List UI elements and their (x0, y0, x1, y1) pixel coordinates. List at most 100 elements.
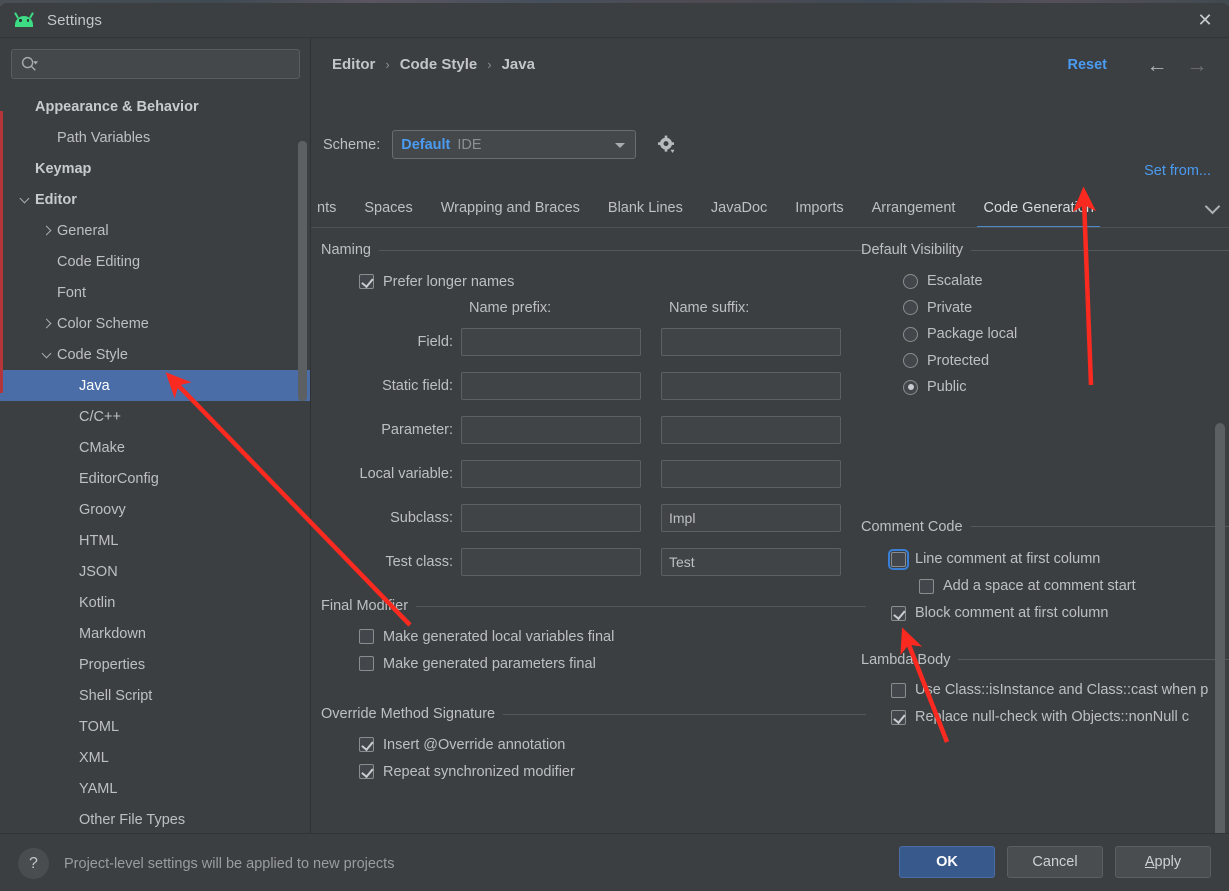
sidebar-item-editorconfig[interactable]: EditorConfig (0, 463, 310, 494)
name-prefix-input[interactable] (461, 372, 641, 400)
name-suffix-input[interactable] (661, 460, 841, 488)
naming-row: Field: (321, 320, 866, 364)
sidebar-item-java[interactable]: Java (0, 370, 310, 401)
chevron-down-icon[interactable] (40, 348, 53, 361)
sidebar-scrollbar[interactable] (298, 141, 307, 401)
tab-imports[interactable]: Imports (781, 190, 857, 227)
reset-link[interactable]: Reset (1068, 57, 1108, 73)
arrow-right-icon[interactable]: → (1183, 52, 1211, 80)
search-input[interactable] (38, 56, 299, 72)
sidebar-item-xml[interactable]: XML (0, 742, 310, 773)
checkbox-repeat-synchronized-modifier[interactable]: Repeat synchronized modifier (359, 758, 866, 785)
checkbox-replace-null-check-with-objects-nonnull-[interactable]: Replace null-check with Objects::nonNull… (891, 704, 1229, 731)
sidebar-item-cmake[interactable]: CMake (0, 432, 310, 463)
name-suffix-input[interactable] (661, 548, 841, 576)
tab-spaces[interactable]: Spaces (350, 190, 426, 227)
search-icon (21, 56, 38, 71)
chevron-right-icon[interactable] (40, 317, 53, 330)
name-prefix-input[interactable] (461, 460, 641, 488)
tab-nts[interactable]: nts (311, 190, 350, 227)
apply-button[interactable]: Apply (1115, 846, 1211, 878)
sidebar-item-shell-script[interactable]: Shell Script (0, 680, 310, 711)
checkbox-insert-override-annotation[interactable]: Insert @Override annotation (359, 731, 866, 758)
sidebar-item-groovy[interactable]: Groovy (0, 494, 310, 525)
checkbox-add-a-space-at-comment-start[interactable]: Add a space at comment start (919, 573, 1229, 600)
cancel-button[interactable]: Cancel (1007, 846, 1103, 878)
name-suffix-input[interactable] (661, 504, 841, 532)
close-icon[interactable]: ✕ (1181, 3, 1229, 37)
radio-label: Escalate (927, 273, 983, 290)
radio-label: Public (927, 379, 967, 396)
tab-javadoc[interactable]: JavaDoc (697, 190, 781, 227)
naming-row-label: Subclass: (390, 510, 453, 526)
name-suffix-input[interactable] (661, 372, 841, 400)
tab-code-generation[interactable]: Code Generation (969, 190, 1107, 227)
sidebar-item-html[interactable]: HTML (0, 525, 310, 556)
sidebar-item-c-c[interactable]: C/C++ (0, 401, 310, 432)
checkbox-block-comment-at-first-column[interactable]: Block comment at first column (891, 600, 1229, 627)
tab-arrangement[interactable]: Arrangement (858, 190, 970, 227)
checkbox-add-a-space-at-comment-start-label: Add a space at comment start (943, 578, 1136, 594)
search-wrapper (0, 38, 310, 79)
set-from-link[interactable]: Set from... (1144, 163, 1211, 179)
sidebar-item-label: General (57, 222, 109, 239)
radio-escalate[interactable]: Escalate (903, 268, 1229, 295)
sidebar-item-general[interactable]: General (0, 215, 310, 246)
sidebar-item-other-file-types[interactable]: Other File Types (0, 804, 310, 835)
content-vertical-scrollbar[interactable] (1215, 423, 1225, 843)
settings-content: Editor › Code Style › Java Reset ← → Scheme:… (311, 38, 1229, 868)
breadcrumb-item[interactable]: Editor (332, 56, 375, 73)
sidebar-item-color-scheme[interactable]: Color Scheme (0, 308, 310, 339)
comment-code-group-label: Comment Code (861, 518, 963, 535)
name-prefix-input[interactable] (461, 328, 641, 356)
question-mark-icon[interactable]: ? (18, 848, 49, 879)
breadcrumb-item[interactable]: Java (502, 56, 535, 73)
name-suffix-input[interactable] (661, 416, 841, 444)
name-prefix-input[interactable] (461, 416, 641, 444)
radio-public[interactable]: Public (903, 374, 1229, 401)
background-window-sliver (0, 111, 3, 393)
radio-protected[interactable]: Protected (903, 348, 1229, 375)
search-box[interactable] (11, 49, 300, 79)
gear-icon[interactable] (654, 133, 678, 157)
arrow-left-icon[interactable]: ← (1143, 52, 1171, 80)
sidebar-item-kotlin[interactable]: Kotlin (0, 587, 310, 618)
checkbox-use-class-isinstance-and-class-cast-when[interactable]: Use Class::isInstance and Class::cast wh… (891, 677, 1229, 704)
prefer-longer-names-checkbox[interactable]: Prefer longer names (359, 268, 866, 295)
radio-private[interactable]: Private (903, 295, 1229, 322)
checkbox-line-comment-at-first-column[interactable]: Line comment at first column (888, 546, 1229, 573)
checkbox-make-generated-local-variables-final[interactable]: Make generated local variables final (359, 623, 866, 650)
sidebar-item-properties[interactable]: Properties (0, 649, 310, 680)
name-prefix-input[interactable] (461, 504, 641, 532)
sidebar-item-keymap[interactable]: Keymap (0, 153, 310, 184)
ok-button[interactable]: OK (899, 846, 995, 878)
checkbox-make-generated-parameters-final[interactable]: Make generated parameters final (359, 650, 866, 677)
radio-package-local[interactable]: Package local (903, 321, 1229, 348)
sidebar-item-code-style[interactable]: Code Style (0, 339, 310, 370)
name-suffix-input[interactable] (661, 328, 841, 356)
name-prefix-input[interactable] (461, 548, 641, 576)
sidebar-item-editor[interactable]: Editor (0, 184, 310, 215)
sidebar-item-json[interactable]: JSON (0, 556, 310, 587)
sidebar-item-toml[interactable]: TOML (0, 711, 310, 742)
chevron-down-icon[interactable] (18, 193, 31, 206)
sidebar-item-code-editing[interactable]: Code Editing (0, 246, 310, 277)
breadcrumb-separator: › (385, 57, 390, 72)
chevron-right-icon[interactable] (40, 224, 53, 237)
sidebar-item-appearance-behavior[interactable]: Appearance & Behavior (0, 91, 310, 122)
sidebar-item-path-variables[interactable]: Path Variables (0, 122, 310, 153)
tab-blank-lines[interactable]: Blank Lines (594, 190, 697, 227)
tab-wrapping-and-braces[interactable]: Wrapping and Braces (427, 190, 594, 227)
breadcrumb-item[interactable]: Code Style (400, 56, 478, 73)
sidebar-item-yaml[interactable]: YAML (0, 773, 310, 804)
sidebar-item-markdown[interactable]: Markdown (0, 618, 310, 649)
sidebar-item-font[interactable]: Font (0, 277, 310, 308)
scheme-dropdown[interactable]: Default IDE (392, 130, 637, 159)
chevron-down-icon[interactable] (1195, 190, 1229, 227)
android-icon (14, 12, 34, 28)
